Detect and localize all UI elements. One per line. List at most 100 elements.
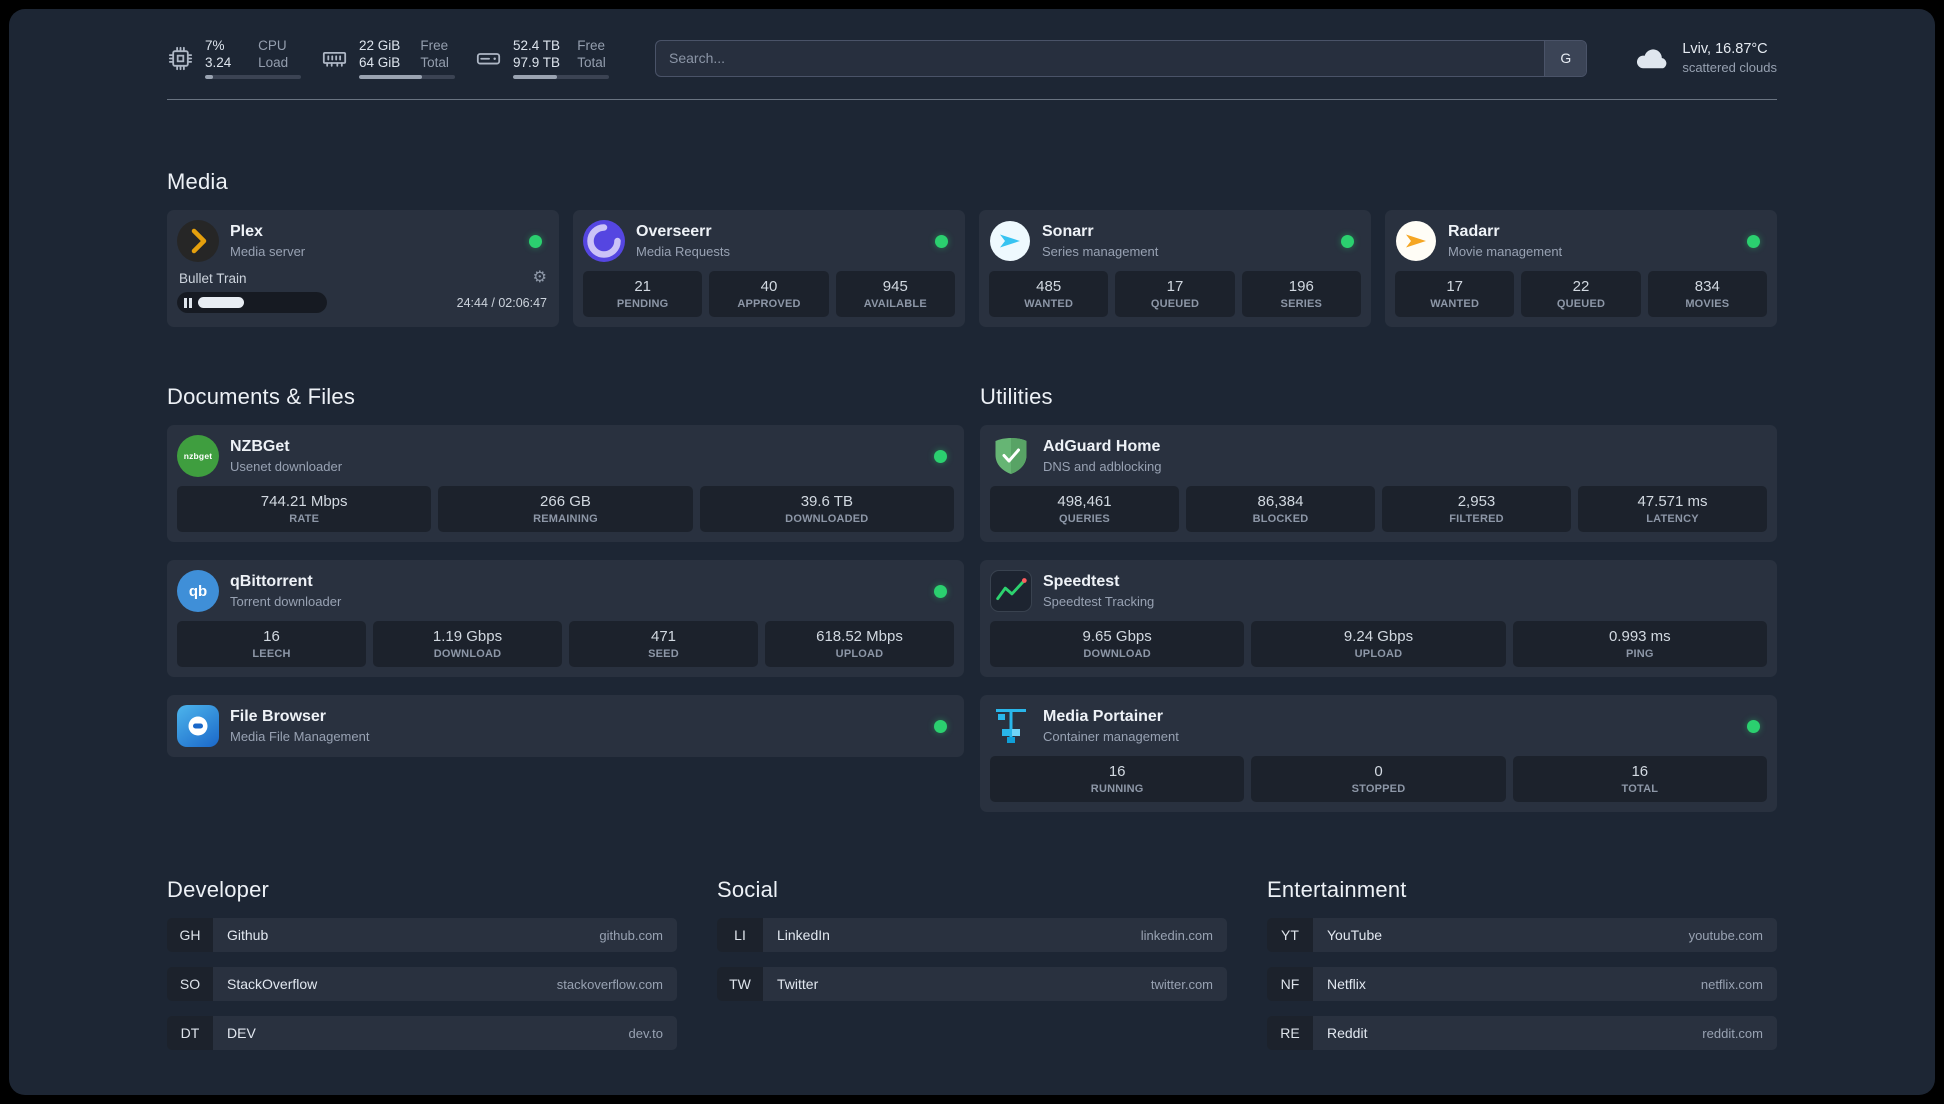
stat-label: APPROVED <box>737 298 801 310</box>
stat-tile: 9.24 Gbps UPLOAD <box>1251 621 1506 667</box>
playback-time: 24:44 / 02:06:47 <box>456 295 547 310</box>
bookmark-group-entertainment: Entertainment YT YouTube youtube.com NF … <box>1267 876 1777 1050</box>
stat-label: LEECH <box>252 648 291 660</box>
search-provider-button[interactable]: G <box>1544 40 1587 76</box>
stat-tile: 0.993 ms PING <box>1512 621 1767 667</box>
stat-tile: 834 MOVIES <box>1647 271 1767 317</box>
stat-tile: 744.21 Mbps RATE <box>177 486 432 532</box>
stat-tile: 22 QUEUED <box>1521 271 1641 317</box>
service-title: NZBGet <box>230 438 290 455</box>
section-media: Media Plex Media server Bullet Train ⚙ 2… <box>167 168 1777 327</box>
overseerr-icon <box>583 220 625 262</box>
card-adguard[interactable]: AdGuard Home DNS and adblocking 498,461 Q… <box>980 425 1777 542</box>
memory-widget: 22 GiB Free 64 GiB Total <box>321 37 455 79</box>
memory-total-label: Total <box>420 55 449 70</box>
stat-value: 16 <box>263 628 280 645</box>
bookmark-domain: stackoverflow.com <box>556 976 663 992</box>
bookmark-domain: netflix.com <box>1700 976 1763 992</box>
search-bar: G <box>655 39 1588 77</box>
card-plex[interactable]: Plex Media server Bullet Train ⚙ 24:44 /… <box>167 210 559 327</box>
service-title: Overseerr <box>636 223 712 240</box>
bookmark-youtube[interactable]: YT YouTube youtube.com <box>1267 918 1777 952</box>
stat-label: FILTERED <box>1449 513 1504 525</box>
qbittorrent-icon: qb <box>177 570 219 612</box>
stat-label: RATE <box>289 513 320 525</box>
stat-label: DOWNLOADED <box>785 513 869 525</box>
stat-value: 47.571 ms <box>1637 493 1708 510</box>
disk-icon <box>475 45 502 72</box>
now-playing-title: Bullet Train <box>179 270 247 286</box>
card-overseerr[interactable]: Overseerr Media Requests 21 PENDING 40 APP… <box>573 210 965 327</box>
card-radarr[interactable]: Radarr Movie management 17 WANTED 22 QUEUE… <box>1385 210 1777 327</box>
stat-label: REMAINING <box>533 513 598 525</box>
bookmark-abbr: YT <box>1267 918 1313 952</box>
dashboard-page: 7% CPU 3.24 Load 22 GiB Free 64 GiB Tota… <box>9 9 1935 1095</box>
gear-icon[interactable]: ⚙ <box>533 270 547 286</box>
stat-value: 485 <box>1036 278 1062 295</box>
card-speedtest[interactable]: Speedtest Speedtest Tracking 9.65 Gbps DO… <box>980 560 1777 677</box>
stat-value: 9.65 Gbps <box>1082 628 1152 645</box>
card-nzbget[interactable]: nzbget NZBGet Usenet downloader 744.21 M… <box>167 425 964 542</box>
card-portainer[interactable]: Media Portainer Container management 16 R… <box>980 695 1777 812</box>
status-dot <box>934 584 947 598</box>
status-dot <box>934 719 947 733</box>
stat-tile: 16 RUNNING <box>990 756 1245 802</box>
bookmark-netflix[interactable]: NF Netflix netflix.com <box>1267 967 1777 1001</box>
stat-tile: 47.571 ms LATENCY <box>1578 486 1767 532</box>
stat-label: DOWNLOAD <box>1083 648 1151 660</box>
media-progress-bar[interactable] <box>177 292 327 313</box>
weather-condition: scattered clouds <box>1682 60 1777 75</box>
pause-icon[interactable] <box>184 297 192 308</box>
stat-value: 0.993 ms <box>1608 628 1671 645</box>
service-subtitle: DNS and adblocking <box>1043 459 1162 474</box>
stat-tile: 40 APPROVED <box>709 271 829 317</box>
bookmark-name: DEV <box>227 1025 256 1041</box>
memory-free-value: 22 GiB <box>359 38 401 53</box>
stat-tile: 16 LEECH <box>177 621 366 667</box>
service-subtitle: Series management <box>1042 244 1159 259</box>
status-dot <box>934 449 947 463</box>
service-subtitle: Torrent downloader <box>230 594 342 609</box>
bookmark-reddit[interactable]: RE Reddit reddit.com <box>1267 1016 1777 1050</box>
disk-widget: 52.4 TB Free 97.9 TB Total <box>475 37 609 79</box>
cpu-usage-value: 7% <box>205 38 225 53</box>
card-qbittorrent[interactable]: qb qBittorrent Torrent downloader 16 LEEC… <box>167 560 964 677</box>
stat-value: 1.19 Gbps <box>432 628 503 645</box>
stat-tile: 0 STOPPED <box>1251 756 1506 802</box>
stat-tile: 266 GB REMAINING <box>438 486 693 532</box>
stat-label: SERIES <box>1280 298 1323 310</box>
service-title: Sonarr <box>1042 223 1094 240</box>
stat-value: 266 GB <box>540 493 591 510</box>
bookmark-twitter[interactable]: TW Twitter twitter.com <box>717 967 1227 1001</box>
stat-value: 498,461 <box>1057 493 1112 510</box>
cpu-chip-icon <box>167 45 194 72</box>
stat-value: 196 <box>1288 278 1314 295</box>
search-input[interactable] <box>655 39 1588 77</box>
bookmark-domain: youtube.com <box>1688 927 1763 943</box>
bookmark-abbr: NF <box>1267 967 1313 1001</box>
stat-tile: 17 QUEUED <box>1115 271 1235 317</box>
bookmark-dev[interactable]: DT DEV dev.to <box>167 1016 677 1050</box>
service-subtitle: Speedtest Tracking <box>1043 594 1155 609</box>
section-title-utilities: Utilities <box>980 384 1053 409</box>
bookmark-github[interactable]: GH Github github.com <box>167 918 677 952</box>
bookmark-group-social: Social LI LinkedIn linkedin.com TW Twitt… <box>717 876 1227 1050</box>
card-sonarr[interactable]: Sonarr Series management 485 WANTED 17 QUE… <box>979 210 1371 327</box>
bookmark-stackoverflow[interactable]: SO StackOverflow stackoverflow.com <box>167 967 677 1001</box>
radarr-icon <box>1395 220 1437 262</box>
bookmark-name: Netflix <box>1327 976 1366 992</box>
stat-tile: 21 PENDING <box>583 271 703 317</box>
bookmark-group-title: Entertainment <box>1267 877 1407 902</box>
cpu-usage-bar-fill <box>205 75 213 79</box>
stat-label: UPLOAD <box>1354 648 1403 660</box>
card-filebrowser[interactable]: File Browser Media File Management <box>167 695 964 757</box>
stat-label: TOTAL <box>1621 783 1659 795</box>
stat-label: WANTED <box>1430 298 1480 310</box>
status-dot <box>1747 234 1760 248</box>
speedtest-icon <box>990 570 1032 612</box>
service-title: AdGuard Home <box>1043 438 1161 455</box>
status-dot <box>1341 234 1354 248</box>
memory-free-label: Free <box>420 38 449 53</box>
bookmark-linkedin[interactable]: LI LinkedIn linkedin.com <box>717 918 1227 952</box>
bookmark-abbr: RE <box>1267 1016 1313 1050</box>
